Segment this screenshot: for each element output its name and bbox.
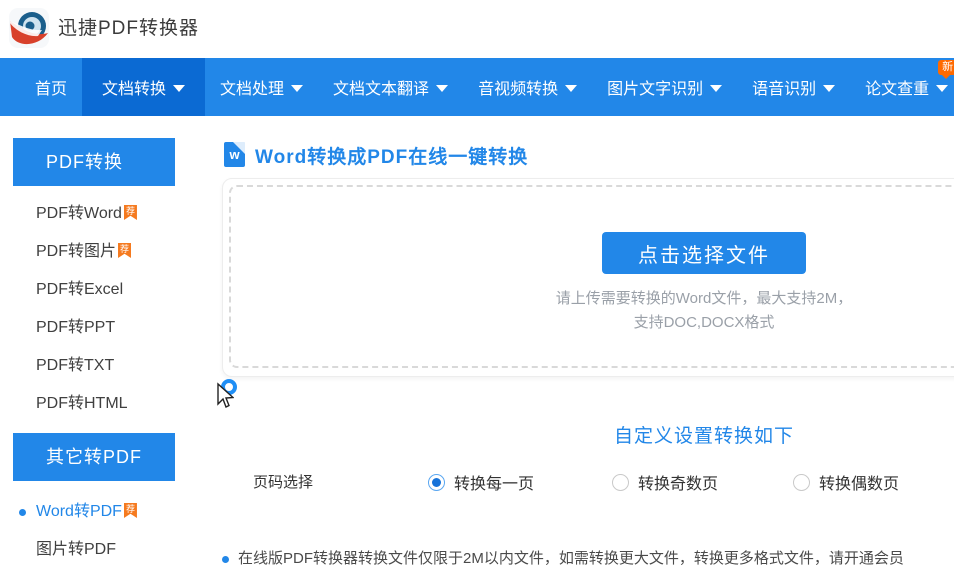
radio-label: 转换偶数页 [819,476,900,493]
nav-label: 语音识别 [752,81,817,98]
bullet-dot-icon [222,556,229,563]
word-doc-icon: w [224,142,245,167]
page-root: 迅捷PDF转换器 首页 文档转换 文档处理 文档文本翻译 音视频转换 图片文字识… [0,0,954,567]
sidebar-item-pdf-to-html[interactable]: PDF转HTML [13,385,175,423]
recommend-badge: 荐 [123,205,137,220]
upload-hint: 请上传需要转换的Word文件，最大支持2M， 支持DOC,DOCX格式 [222,287,954,335]
nav-label: 文档文本翻译 [333,81,430,98]
sidebar-item-pdf-to-txt[interactable]: PDF转TXT [13,347,175,385]
sidebar-item-pdf-to-excel[interactable]: PDF转Excel [13,271,175,309]
nav-label: 文档处理 [220,81,285,98]
nav-label: 图片文字识别 [607,81,704,98]
chevron-down-icon [565,84,578,92]
nav-item-speech[interactable]: 语音识别 [737,58,850,116]
sidebar-item-label: PDF转Word [36,205,122,222]
radio-label: 转换每一页 [454,476,535,493]
recommend-badge: 荐 [118,243,132,258]
nav-item-home[interactable]: 首页 [20,58,82,116]
footer-note: 在线版PDF转换器转换文件仅限于2M以内文件，如需转换更大文件，转换更多格式文件… [222,549,954,567]
sidebar-item-pdf-to-image[interactable]: PDF转图片荐 [13,233,175,271]
nav-item-doc-translate[interactable]: 文档文本翻译 [318,58,463,116]
mouse-cursor [217,382,234,408]
active-bullet-icon [19,509,26,516]
sidebar-item-label: Word转PDF [36,503,122,520]
brand-logo-icon[interactable] [8,7,50,49]
chevron-down-icon [823,84,836,92]
radio-unselected-icon[interactable] [612,473,629,491]
nav-item-doc-convert[interactable]: 文档转换 [82,58,206,116]
nav-item-av-convert[interactable]: 音视频转换 [463,58,592,116]
radio-unselected-icon[interactable] [793,473,810,491]
nav-item-doc-process[interactable]: 文档处理 [205,58,318,116]
chevron-down-icon [291,84,304,92]
sidebar: PDF转换 PDF转Word 荐 PDF转图片荐 PDF转Excel PDF转PP… [13,138,175,567]
upload-hint-line1: 请上传需要转换的Word文件，最大支持2M， [555,290,853,307]
top-nav: 首页 文档转换 文档处理 文档文本翻译 音视频转换 图片文字识别 语音识别 论文… [0,58,954,116]
nav-item-ocr[interactable]: 图片文字识别 [592,58,737,116]
nav-label: 文档转换 [102,81,167,98]
app-title: 迅捷PDF转换器 [58,18,200,39]
nav-item-paper-check[interactable]: 论文查重 新 [850,58,954,116]
recommend-badge: 荐 [123,503,137,518]
chevron-down-icon [936,84,949,92]
sidebar-item-label: 图片转PDF [36,541,117,558]
upload-hint-line2: 支持DOC,DOCX格式 [633,314,775,331]
footer-note-text: 在线版PDF转换器转换文件仅限于2M以内文件，如需转换更大文件，转换更多格式文件… [238,550,904,567]
radio-convert-odd-pages[interactable]: 转换奇数页 [612,470,718,494]
page-select-label: 页码选择 [253,474,314,491]
sidebar-item-label: PDF转PPT [36,319,116,336]
new-badge: 新 [938,60,954,79]
chevron-down-icon [436,84,449,92]
settings-heading: 自定义设置转换如下 [613,426,794,447]
upload-dropzone[interactable] [229,185,954,368]
app-header: 迅捷PDF转换器 [0,0,954,58]
sidebar-section-other-to-pdf: 其它转PDF [13,433,175,481]
nav-label: 音视频转换 [478,81,559,98]
nav-label: 论文查重 [865,81,930,98]
sidebar-item-label: PDF转图片 [36,243,117,260]
sidebar-item-pdf-to-word[interactable]: PDF转Word 荐 [13,195,175,233]
sidebar-section-pdf-convert: PDF转换 [13,138,175,186]
sidebar-item-label: PDF转HTML [36,395,128,412]
sidebar-list: Word转PDF 荐 图片转PDF [13,481,175,567]
page-title: Word转换成PDF在线一键转换 [255,147,529,168]
sidebar-item-image-to-pdf[interactable]: 图片转PDF [13,531,175,567]
sidebar-item-pdf-to-ppt[interactable]: PDF转PPT [13,309,175,347]
radio-label: 转换奇数页 [638,476,719,493]
chevron-down-icon [710,84,723,92]
nav-label: 首页 [35,81,68,98]
sidebar-list: PDF转Word 荐 PDF转图片荐 PDF转Excel PDF转PPT PDF转… [13,186,175,433]
radio-convert-even-pages[interactable]: 转换偶数页 [793,470,899,494]
sidebar-item-label: PDF转Excel [36,281,124,298]
chevron-down-icon [173,84,186,92]
sidebar-item-label: PDF转TXT [36,357,115,374]
radio-selected-icon[interactable] [428,473,445,491]
select-file-button[interactable]: 点击选择文件 [602,232,806,274]
radio-convert-every-page[interactable]: 转换每一页 [428,470,534,494]
upload-panel [222,178,954,377]
sidebar-item-word-to-pdf[interactable]: Word转PDF 荐 [13,493,175,531]
